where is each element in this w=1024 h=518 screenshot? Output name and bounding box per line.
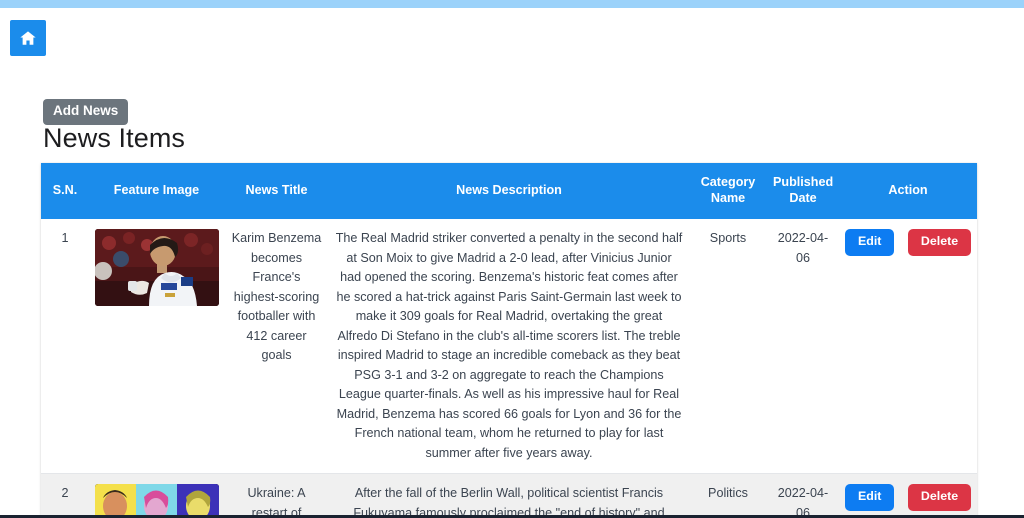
home-icon [19, 29, 37, 47]
column-header-date: Published Date [767, 163, 839, 219]
news-table-container: S.N. Feature Image News Title News Descr… [41, 163, 977, 518]
table-row: 2 Ukraine: A restart of After the fall o… [41, 473, 977, 518]
cell-feature-image [89, 219, 224, 474]
feature-image-benzema [95, 229, 219, 306]
page-title: News Items [43, 123, 186, 153]
cell-sn: 2 [41, 473, 89, 518]
table-row: 1 Karim Benzema becomes France's highest… [41, 219, 977, 474]
cell-feature-image [89, 473, 224, 518]
cell-actions: Edit Delete [839, 473, 977, 518]
cell-published-date: 2022-04-06 [767, 473, 839, 518]
top-accent-bar [0, 0, 1024, 8]
table-header-row: S.N. Feature Image News Title News Descr… [41, 163, 977, 219]
browser-viewport: Add News News Items S.N. Feature Image N… [0, 0, 1024, 518]
cell-category: Sports [709, 231, 747, 245]
table-header: S.N. Feature Image News Title News Descr… [41, 163, 977, 219]
column-header-image: Feature Image [89, 163, 224, 219]
feature-image-pop-art-portraits [95, 484, 219, 518]
column-header-sn: S.N. [41, 163, 89, 219]
column-header-title: News Title [224, 163, 329, 219]
home-button[interactable] [10, 20, 46, 56]
delete-button[interactable]: Delete [907, 229, 972, 256]
cell-news-description: The Real Madrid striker converted a pena… [335, 231, 683, 460]
edit-button[interactable]: Edit [845, 229, 895, 256]
cell-category: Politics [689, 473, 767, 518]
cell-news-title: Karim Benzema becomes France's highest-s… [231, 231, 322, 363]
edit-button[interactable]: Edit [845, 484, 895, 511]
cell-news-title: Ukraine: A restart of [224, 473, 329, 518]
cell-news-description: After the fall of the Berlin Wall, polit… [329, 473, 689, 518]
news-table: S.N. Feature Image News Title News Descr… [41, 163, 977, 518]
column-header-category: Category Name [689, 163, 767, 219]
delete-button[interactable]: Delete [907, 484, 972, 511]
column-header-action: Action [839, 163, 977, 219]
column-header-desc: News Description [329, 163, 689, 219]
cell-sn: 1 [61, 231, 69, 245]
cell-actions: Edit Delete [839, 219, 977, 474]
cell-published-date: 2022-04-06 [777, 231, 829, 265]
add-news-button[interactable]: Add News [43, 99, 129, 125]
table-body: 1 Karim Benzema becomes France's highest… [41, 219, 977, 518]
